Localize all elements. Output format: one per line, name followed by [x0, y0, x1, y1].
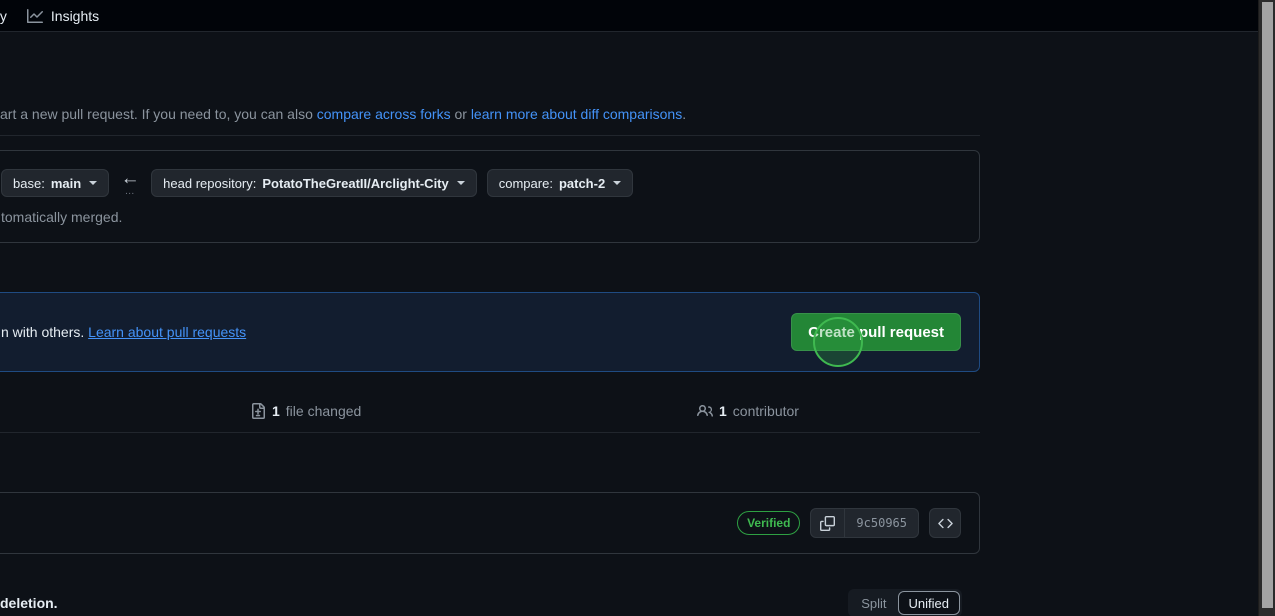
files-changed-count: 1	[272, 403, 280, 419]
intro-divider	[0, 135, 980, 136]
browse-code-button[interactable]	[929, 508, 961, 538]
compare-branch-label: compare:	[498, 175, 553, 191]
nav-item-insights-label: Insights	[50, 7, 100, 24]
intro-text-after: .	[682, 106, 687, 122]
contributors-label: contributor	[732, 403, 799, 419]
branch-selection-card: base: main ← … head repository: PotatoTh…	[0, 150, 980, 243]
callout-description: n with others. Learn about pull requests	[1, 324, 246, 340]
contributors-stat[interactable]: 1 contributor	[697, 403, 799, 419]
learn-about-pull-requests-link[interactable]: Learn about pull requests	[88, 324, 246, 340]
graph-icon	[26, 8, 43, 24]
merge-status-text: tomatically merged.	[1, 209, 123, 225]
compare-branch-dropdown[interactable]: compare: patch-2	[486, 169, 634, 197]
split-view-button[interactable]: Split	[850, 591, 897, 615]
nav-item-security-clipped[interactable]: ty	[0, 0, 17, 32]
intro-text-before: art a new pull request. If you need to, …	[0, 106, 317, 122]
arrow-ellipsis-icon: …	[124, 185, 136, 197]
compare-intro-text: art a new pull request. If you need to, …	[0, 104, 980, 124]
page-scrollbar-thumb[interactable]	[1262, 2, 1273, 608]
nav-item-security-label: ty	[0, 7, 7, 24]
diff-view-toggle: Split Unified	[848, 589, 962, 616]
chevron-down-icon	[456, 181, 465, 185]
learn-diff-comparisons-link[interactable]: learn more about diff comparisons	[471, 106, 682, 122]
diff-summary-row: deletion. Split Unified	[0, 580, 980, 616]
head-repository-label: head repository:	[163, 175, 257, 191]
compare-content: art a new pull request. If you need to, …	[0, 32, 1258, 616]
people-icon	[697, 403, 713, 419]
commit-sha-text[interactable]: 9c50965	[845, 509, 918, 537]
base-branch-value: main	[50, 175, 82, 191]
verified-badge[interactable]: Verified	[737, 511, 801, 535]
contributors-count: 1	[719, 403, 727, 419]
diff-stat-text: deletion.	[0, 595, 58, 611]
base-branch-label: base:	[13, 175, 45, 191]
files-changed-stat[interactable]: 1 file changed	[250, 403, 361, 419]
compare-stats-row: 1 file changed 1 contributor	[0, 390, 980, 433]
intro-text-between: or	[450, 106, 471, 122]
arrow-left-icon: ←	[120, 167, 140, 189]
create-pull-request-callout: n with others. Learn about pull requests…	[0, 292, 980, 372]
compare-branch-value: patch-2	[558, 175, 606, 191]
files-changed-label: file changed	[285, 403, 362, 419]
commit-sha-group: 9c50965	[810, 508, 919, 538]
nav-item-insights[interactable]: Insights	[17, 0, 109, 32]
commit-row: Verified 9c50965	[0, 492, 980, 554]
compare-direction-arrow: ← …	[119, 167, 141, 197]
callout-text-fragment: n with others.	[1, 324, 85, 340]
file-diff-icon	[250, 403, 266, 419]
head-repository-dropdown[interactable]: head repository: PotatoTheGreatII/Arclig…	[151, 169, 477, 197]
repo-nav-bar: ty Insights	[0, 0, 1258, 32]
branch-selector-row: base: main ← … head repository: PotatoTh…	[0, 151, 979, 201]
chevron-down-icon	[89, 181, 98, 185]
chevron-down-icon	[613, 181, 622, 185]
create-pull-request-button[interactable]: Create pull request	[791, 313, 961, 351]
compare-across-forks-link[interactable]: compare across forks	[317, 106, 451, 122]
copy-icon[interactable]	[811, 509, 846, 537]
base-branch-dropdown[interactable]: base: main	[1, 169, 110, 197]
github-compare-page: ty Insights art a new pull request. If y…	[0, 0, 1275, 616]
page-scrollbar[interactable]	[1258, 0, 1275, 616]
head-repository-value: PotatoTheGreatII/Arclight-City	[262, 175, 449, 191]
unified-view-button[interactable]: Unified	[897, 591, 960, 615]
